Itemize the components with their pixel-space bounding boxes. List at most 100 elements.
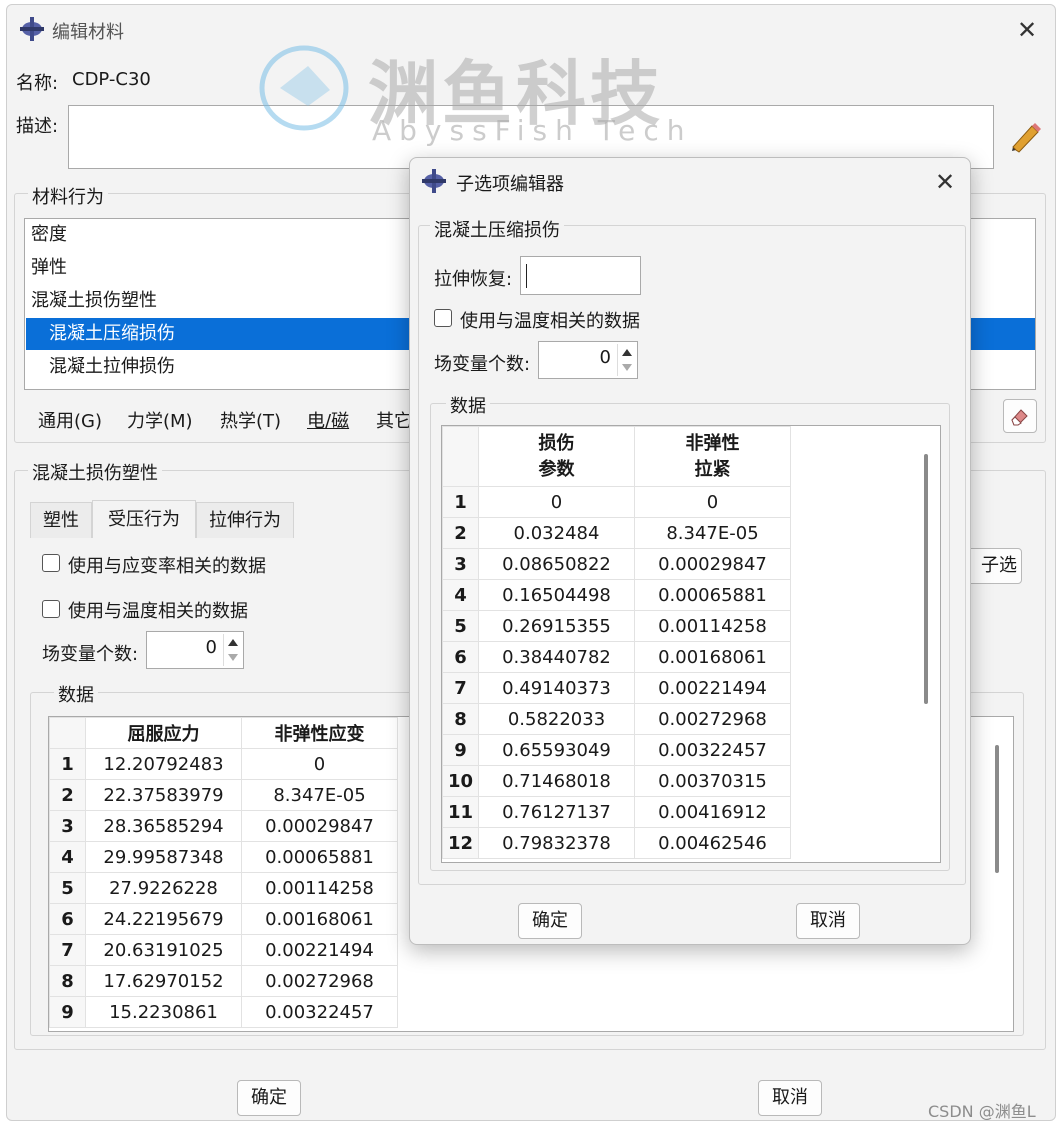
row-number: 9 xyxy=(442,734,479,766)
behavior-item-cdp[interactable]: 混凝土损伤塑性 xyxy=(31,285,157,317)
subtab-plasticity[interactable]: 塑性 xyxy=(30,502,92,538)
table-cell[interactable]: 0.00272968 xyxy=(241,965,398,997)
menu-tab-thermal[interactable]: 热学(T) xyxy=(220,407,281,433)
tension-recovery-label: 拉伸恢复: xyxy=(434,269,513,290)
table-cell[interactable]: 20.63191025 xyxy=(85,934,242,966)
table-cell[interactable]: 15.2230861 xyxy=(85,996,242,1028)
menu-tab-electromagnetic[interactable]: 电/磁 xyxy=(307,407,349,433)
table-cell[interactable]: 0.00114258 xyxy=(634,610,791,642)
field-vars-stepper[interactable]: 0 xyxy=(146,631,244,669)
chevron-up-icon[interactable] xyxy=(622,349,632,356)
subtab-tensile[interactable]: 拉伸行为 xyxy=(196,502,294,538)
subtab-compressive[interactable]: 受压行为 xyxy=(92,500,196,538)
table-cell[interactable]: 28.36585294 xyxy=(85,810,242,842)
table-cell[interactable]: 0.00029847 xyxy=(634,548,791,580)
table-cell[interactable]: 17.62970152 xyxy=(85,965,242,997)
table-cell[interactable]: 0.00029847 xyxy=(241,810,398,842)
table-cell[interactable]: 29.99587348 xyxy=(85,841,242,873)
table-cell[interactable]: 0.76127137 xyxy=(478,796,635,828)
behavior-item-density[interactable]: 密度 xyxy=(31,219,67,251)
temp-dependent-checkbox[interactable] xyxy=(42,600,60,618)
table-cell[interactable]: 0.00168061 xyxy=(241,903,398,935)
table-cell[interactable]: 0 xyxy=(634,486,791,518)
table-cell[interactable]: 0.71468018 xyxy=(478,765,635,797)
row-number: 11 xyxy=(442,796,479,828)
menu-tab-general[interactable]: 通用(G) xyxy=(38,407,102,433)
row-number: 10 xyxy=(442,765,479,797)
dialog-title: 编辑材料 xyxy=(52,22,124,43)
sub-table-scrollbar[interactable] xyxy=(924,454,928,704)
table-cell[interactable]: 0.032484 xyxy=(478,517,635,549)
table-cell[interactable]: 0.00221494 xyxy=(241,934,398,966)
column-header-inelastic-strain[interactable]: 非弹性 拉紧 xyxy=(634,426,791,487)
table-cell[interactable]: 0.79832378 xyxy=(478,827,635,859)
row-number: 8 xyxy=(442,703,479,735)
table-cell[interactable]: 12.20792483 xyxy=(85,748,242,780)
table-cell[interactable]: 0.65593049 xyxy=(478,734,635,766)
table-row: 12 0.79832378 0.00462546 xyxy=(442,827,791,859)
table-cell[interactable]: 0.26915355 xyxy=(478,610,635,642)
behavior-item-tension-damage[interactable]: 混凝土拉伸损伤 xyxy=(49,351,175,383)
sub-temp-dependent-checkbox[interactable] xyxy=(434,309,452,327)
sub-data-table-area: 损伤 参数 非弹性 拉紧 1 0 0 2 0.032484 8.347E-05 3 0.086… xyxy=(441,425,941,863)
table-cell[interactable]: 0.38440782 xyxy=(478,641,635,673)
chevron-down-icon[interactable] xyxy=(228,654,238,661)
table-cell[interactable]: 0.00168061 xyxy=(634,641,791,673)
suboptions-button[interactable]: 子选项 xyxy=(966,548,1022,584)
table-cell[interactable]: 0.00065881 xyxy=(634,579,791,611)
row-number: 8 xyxy=(49,965,86,997)
table-cell[interactable]: 8.347E-05 xyxy=(634,517,791,549)
table-cell[interactable]: 0.08650822 xyxy=(478,548,635,580)
table-cell[interactable]: 27.9226228 xyxy=(85,872,242,904)
table-cell[interactable]: 0.00272968 xyxy=(634,703,791,735)
chevron-down-icon[interactable] xyxy=(622,364,632,371)
table-cell[interactable]: 0.00462546 xyxy=(634,827,791,859)
menu-tab-other[interactable]: 其它 xyxy=(376,407,412,433)
ok-button[interactable]: 确定 xyxy=(237,1080,301,1116)
column-header-damage-parameter[interactable]: 损伤 参数 xyxy=(478,426,635,487)
eraser-button[interactable] xyxy=(1003,399,1037,433)
column-header-yield-stress[interactable]: 屈服应力 xyxy=(85,717,242,749)
row-number: 7 xyxy=(442,672,479,704)
table-cell[interactable]: 0.00114258 xyxy=(241,872,398,904)
table-cell[interactable]: 0.49140373 xyxy=(478,672,635,704)
name-value: CDP-C30 xyxy=(72,69,151,90)
row-number: 4 xyxy=(49,841,86,873)
table-cell[interactable]: 0.00370315 xyxy=(634,765,791,797)
close-icon[interactable]: ✕ xyxy=(930,167,960,197)
sub-field-vars-label: 场变量个数: xyxy=(434,354,531,375)
app-logo-icon xyxy=(20,17,44,41)
rate-dependent-checkbox[interactable] xyxy=(42,554,60,572)
table-cell[interactable]: 0 xyxy=(241,748,398,780)
table-cell[interactable]: 8.347E-05 xyxy=(241,779,398,811)
table-cell[interactable]: 0.00322457 xyxy=(241,996,398,1028)
sub-ok-button[interactable]: 确定 xyxy=(518,903,582,939)
column-header-inelastic-strain[interactable]: 非弹性应变 xyxy=(241,717,398,749)
tension-recovery-input[interactable] xyxy=(520,256,641,295)
table-cell[interactable]: 0.16504498 xyxy=(478,579,635,611)
close-icon[interactable]: ✕ xyxy=(1012,15,1042,45)
menu-tab-mechanical[interactable]: 力学(M) xyxy=(127,407,193,433)
field-vars-label: 场变量个数: xyxy=(42,644,139,665)
table-cell[interactable]: 0.00221494 xyxy=(634,672,791,704)
table-cell[interactable]: 0.00416912 xyxy=(634,796,791,828)
sub-field-vars-value: 0 xyxy=(599,347,611,368)
cancel-button[interactable]: 取消 xyxy=(758,1080,822,1116)
app-logo-icon xyxy=(422,169,446,193)
table-cell[interactable]: 0.5822033 xyxy=(478,703,635,735)
pencil-icon[interactable] xyxy=(1008,120,1042,154)
chevron-up-icon[interactable] xyxy=(228,639,238,646)
sub-dialog-title: 子选项编辑器 xyxy=(456,174,564,195)
table-cell[interactable]: 24.22195679 xyxy=(85,903,242,935)
table-row: 5 0.26915355 0.00114258 xyxy=(442,610,791,642)
table-cell[interactable]: 22.37583979 xyxy=(85,779,242,811)
table-row: 6 24.22195679 0.00168061 xyxy=(49,903,398,935)
table-cell[interactable]: 0.00322457 xyxy=(634,734,791,766)
table-cell[interactable]: 0 xyxy=(478,486,635,518)
table-cell[interactable]: 0.00065881 xyxy=(241,841,398,873)
behavior-item-elastic[interactable]: 弹性 xyxy=(31,252,67,284)
sub-field-vars-stepper[interactable]: 0 xyxy=(538,341,638,379)
sub-cancel-button[interactable]: 取消 xyxy=(796,903,860,939)
rate-dependent-label: 使用与应变率相关的数据 xyxy=(68,556,266,577)
main-table-scrollbar[interactable] xyxy=(995,745,999,873)
